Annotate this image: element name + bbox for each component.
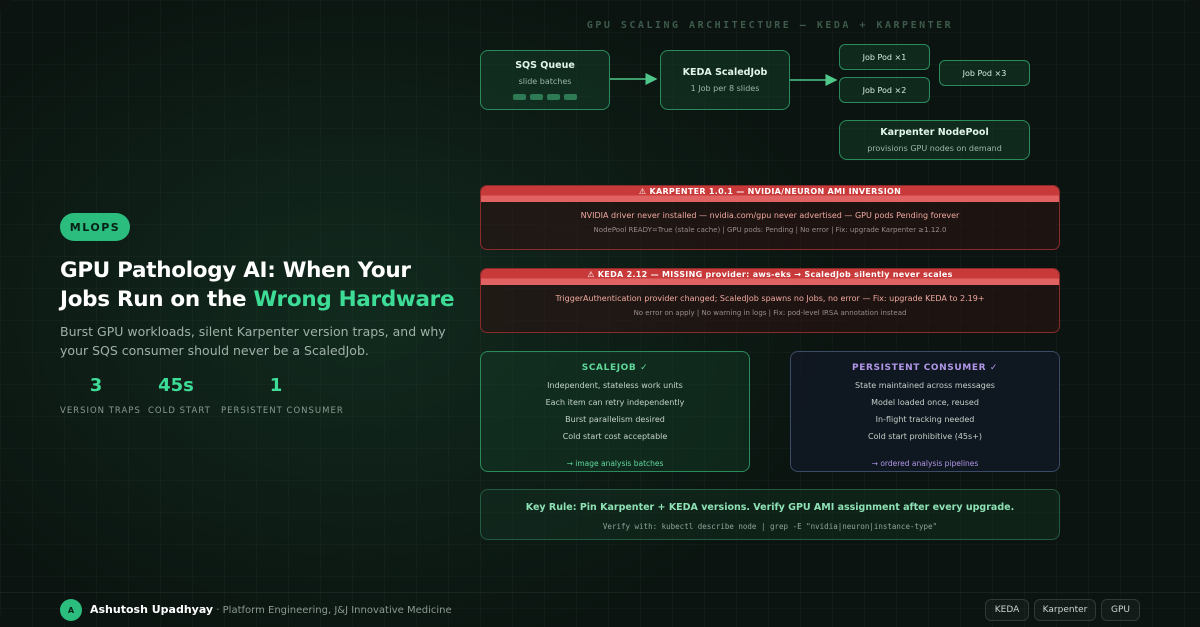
keda-sub: 1 Job per 8 slides: [690, 84, 760, 93]
tag-gpu[interactable]: GPU: [1101, 599, 1140, 621]
keda-scaledjob-node: KEDA ScaledJob 1 Job per 8 slides: [660, 50, 790, 110]
scalejob-card: SCALEJOB ✓ Independent, stateless work u…: [480, 351, 750, 472]
queue-dot: [564, 94, 577, 100]
tag-karpenter[interactable]: Karpenter: [1034, 599, 1096, 621]
persistent-footnote: → ordered analysis pipelines: [871, 459, 979, 468]
karpenter-title: Karpenter NodePool: [880, 127, 989, 138]
warning-main: TriggerAuthentication provider changed; …: [555, 294, 985, 303]
scalejob-item: Independent, stateless work units: [547, 381, 683, 390]
persistent-item: In-flight tracking needed: [875, 415, 975, 424]
footer-divider: [0, 592, 1200, 593]
tag-keda[interactable]: KEDA: [985, 599, 1029, 621]
job-pod-2: Job Pod ×2: [839, 77, 930, 103]
persistent-title: PERSISTENT CONSUMER ✓: [852, 363, 998, 373]
queue-dot: [530, 94, 543, 100]
warning-header: ⚠ KARPENTER 1.0.1 — NVIDIA/NEURON AMI IN…: [481, 186, 1059, 202]
persistent-item: Cold start prohibitive (45s+): [867, 432, 983, 441]
warning-detail: NodePool READY=True (stale cache) | GPU …: [593, 226, 947, 234]
avatar: A: [60, 599, 82, 621]
scalejob-title: SCALEJOB ✓: [581, 363, 649, 373]
warning-karpenter: ⚠ KARPENTER 1.0.1 — NVIDIA/NEURON AMI IN…: [480, 185, 1060, 250]
keda-title: KEDA ScaledJob: [682, 67, 768, 78]
persistent-item: Model loaded once, reused: [871, 398, 979, 407]
author-line: Ashutosh Upadhyay · Platform Engineering…: [90, 603, 452, 616]
key-rule-main: Key Rule: Pin Karpenter + KEDA versions.…: [525, 502, 1015, 513]
job-pod-3: Job Pod ×3: [939, 60, 1030, 86]
author-name: Ashutosh Upadhyay: [90, 603, 214, 616]
queue-dot: [513, 94, 526, 100]
persistent-consumer-card: PERSISTENT CONSUMER ✓ State maintained a…: [790, 351, 1060, 472]
key-rule-box: Key Rule: Pin Karpenter + KEDA versions.…: [480, 489, 1060, 540]
warning-main: NVIDIA driver never installed — nvidia.c…: [580, 211, 960, 220]
queue-dot: [547, 94, 560, 100]
sqs-sub: slide batches: [518, 77, 572, 86]
karpenter-sub: provisions GPU nodes on demand: [867, 144, 1002, 153]
karpenter-nodepool-node: Karpenter NodePool provisions GPU nodes …: [839, 120, 1030, 160]
warning-detail: No error on apply | No warning in logs |…: [633, 309, 907, 317]
scalejob-item: Cold start cost acceptable: [562, 432, 668, 441]
warning-keda: ⚠ KEDA 2.12 — MISSING provider: aws-eks …: [480, 268, 1060, 333]
key-rule-command: Verify with: kubectl describe node | gre…: [602, 522, 938, 531]
scalejob-item: Each item can retry independently: [545, 398, 685, 407]
warning-header: ⚠ KEDA 2.12 — MISSING provider: aws-eks …: [481, 269, 1059, 285]
author-role: · Platform Engineering, J&J Innovative M…: [213, 605, 452, 616]
sqs-queue-node: SQS Queue slide batches: [480, 50, 610, 110]
queue-message-dots: [513, 94, 577, 100]
persistent-item: State maintained across messages: [855, 381, 995, 390]
scalejob-item: Burst parallelism desired: [565, 415, 665, 424]
sqs-title: SQS Queue: [515, 60, 575, 71]
job-pod-1: Job Pod ×1: [839, 44, 930, 70]
scalejob-footnote: → image analysis batches: [566, 459, 664, 468]
